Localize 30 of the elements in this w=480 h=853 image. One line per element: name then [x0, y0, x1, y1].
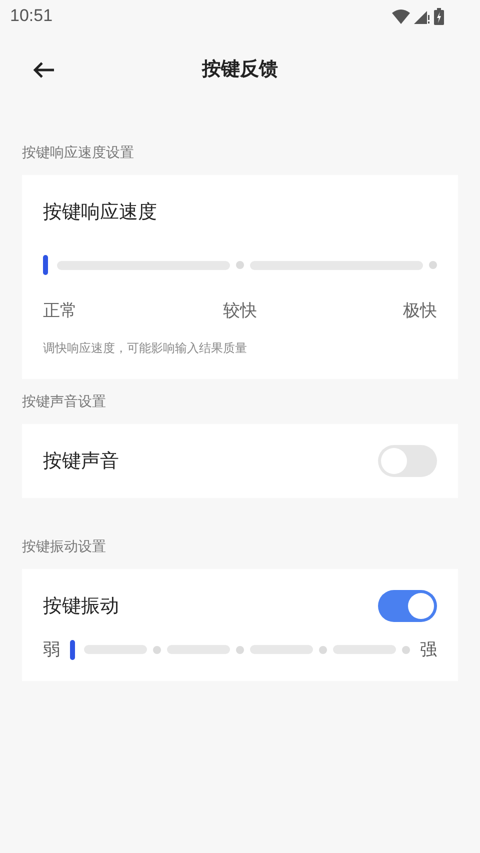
page-title: 按键反馈 [202, 57, 278, 82]
toggle-switch[interactable] [378, 445, 437, 477]
slider-thumb[interactable] [43, 255, 48, 275]
section-label: 按键声音设置 [22, 393, 106, 411]
back-arrow-icon [33, 61, 55, 79]
battery-icon [434, 8, 444, 24]
step-dot [236, 261, 244, 269]
signal-icon [414, 8, 430, 24]
step-dot [429, 261, 437, 269]
wifi-icon [392, 8, 410, 24]
step-dot [236, 646, 244, 654]
step-slider[interactable] [43, 255, 437, 275]
setting-title: 按键响应速度 [43, 200, 158, 225]
max-label: 强 [420, 639, 437, 661]
stop-label: 极快 [403, 300, 437, 322]
slider-thumb[interactable] [70, 640, 75, 660]
step-dot [319, 646, 327, 654]
toggle-switch[interactable] [378, 590, 437, 622]
section-label: 按键振动设置 [22, 538, 106, 556]
stop-label: 正常 [43, 300, 77, 322]
stop-label: 较快 [223, 300, 257, 322]
step-dot [153, 646, 161, 654]
step-slider[interactable] [70, 640, 410, 660]
min-label: 弱 [43, 639, 60, 661]
setting-title: 按键振动 [43, 594, 119, 619]
status-time: 10:51 [10, 6, 53, 26]
hint-text: 调快响应速度，可能影响输入结果质量 [43, 340, 248, 357]
setting-title: 按键声音 [43, 449, 119, 474]
section-label: 按键响应速度设置 [22, 144, 134, 162]
step-dot [402, 646, 410, 654]
